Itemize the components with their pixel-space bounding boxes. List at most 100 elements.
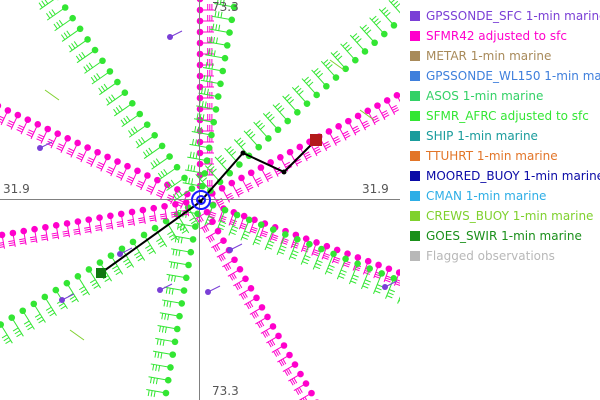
legend-item[interactable]: GOES_SWIR 1-min marine	[410, 226, 582, 246]
sonde-point	[37, 145, 43, 151]
observation-point	[371, 39, 378, 47]
observation-point	[210, 118, 218, 126]
axis-label-right: 31.9	[362, 182, 389, 196]
axis-label-top: 73.3	[212, 0, 239, 14]
legend-item[interactable]: GPSSONDE_SFC 1-min marine	[410, 6, 600, 26]
legend-item[interactable]: SHIP 1-min marine	[410, 126, 538, 146]
legend-swatch	[410, 251, 420, 261]
sonde-point	[167, 34, 173, 40]
observation-point	[150, 204, 158, 212]
observation-point	[167, 364, 174, 371]
legend-item[interactable]: ASOS 1-min marine	[410, 86, 543, 106]
observation-point	[158, 142, 166, 150]
observation-point	[162, 389, 170, 397]
legend-label: GOES_SWIR 1-min marine	[426, 229, 582, 243]
observation-point	[76, 25, 84, 33]
observation-point	[308, 389, 315, 397]
observation-point	[209, 218, 216, 225]
legend-swatch	[410, 191, 420, 201]
observation-point	[52, 286, 60, 294]
sonde-point	[205, 289, 211, 295]
observation-point	[85, 216, 93, 223]
observation-point	[203, 157, 211, 164]
legend-label: MOORED_BUOY 1-min marine	[426, 169, 600, 183]
observation-point	[214, 227, 222, 235]
observation-point	[294, 109, 301, 116]
observation-point	[99, 57, 106, 65]
legend-item[interactable]: SFMR_AFRC adjusted to sfc	[410, 106, 589, 126]
legend-swatch	[410, 151, 420, 161]
legend-label: SFMR42 adjusted to sfc	[426, 29, 567, 43]
observation-point	[265, 135, 272, 142]
observation-point	[378, 270, 386, 277]
legend-label: ASOS 1-min marine	[426, 89, 544, 103]
sonde-point	[59, 297, 65, 303]
observation-point	[361, 48, 369, 55]
track-vertex	[281, 169, 287, 175]
observation-point	[255, 143, 263, 151]
observation-point	[364, 107, 372, 115]
observation-point	[192, 223, 199, 230]
observation-point	[164, 181, 171, 189]
legend-label: SHIP 1-min marine	[426, 129, 538, 143]
observation-point	[374, 102, 381, 109]
observation-point	[96, 259, 104, 266]
legend-item[interactable]: Flagged observations	[410, 246, 555, 266]
observation-point	[96, 214, 103, 222]
legend-item[interactable]: GPSSONDE_WL150 1-min marine	[410, 66, 600, 86]
observation-point	[231, 256, 238, 264]
observation-point	[303, 100, 311, 107]
legend-item[interactable]: CMAN 1-min marine	[410, 186, 546, 206]
sonde-point	[227, 247, 233, 253]
observation-point	[14, 111, 22, 119]
legend-label: TTUHRT 1-min marine	[426, 149, 558, 163]
observation-point	[380, 30, 388, 38]
observation-point	[187, 248, 195, 256]
observation-point	[169, 351, 177, 358]
observation-point	[245, 216, 253, 224]
legend-label: CMAN 1-min marine	[426, 189, 547, 203]
wind-observation-map[interactable]: 73.3 73.3 31.9 31.9	[0, 0, 400, 400]
observation-point	[94, 148, 101, 156]
legend-swatch	[410, 131, 420, 141]
observation-point	[4, 107, 12, 114]
observation-point	[144, 172, 151, 179]
observation-point	[63, 279, 71, 287]
observation-point	[136, 110, 144, 118]
observation-point	[354, 260, 361, 267]
aircraft-position-marker	[310, 134, 322, 146]
observation-point	[107, 252, 115, 259]
observation-point	[253, 294, 260, 302]
observation-point	[212, 106, 220, 113]
legend-swatch	[410, 51, 420, 61]
legend-item[interactable]: SFMR42 adjusted to sfc	[410, 26, 567, 46]
observation-point	[214, 93, 222, 100]
legend-item[interactable]: TTUHRT 1-min marine	[410, 146, 558, 166]
observation-point	[114, 78, 121, 86]
legend-swatch	[410, 11, 420, 21]
observation-point	[221, 54, 229, 62]
observation-point	[151, 131, 158, 139]
observation-point	[242, 275, 249, 283]
observation-point	[182, 199, 190, 206]
legend-item[interactable]: METAR 1-min marine	[410, 46, 551, 66]
observation-point	[221, 206, 229, 214]
observation-point	[85, 266, 93, 273]
observation-point	[354, 254, 362, 261]
legend-item[interactable]: MOORED_BUOY 1-min marine	[410, 166, 600, 186]
observation-point	[74, 218, 82, 225]
observation-point	[269, 226, 277, 233]
legend-label: GPSSONDE_SFC 1-min marine	[426, 9, 600, 23]
observation-point	[364, 257, 372, 265]
observation-point	[171, 338, 179, 346]
observation-point	[54, 130, 62, 137]
observation-point	[306, 240, 313, 248]
observation-point	[44, 125, 52, 133]
legend-item[interactable]: CREWS_BUOY 1-min marine	[410, 206, 593, 226]
observation-point	[166, 153, 173, 160]
observation-point	[164, 376, 172, 384]
observation-point	[258, 304, 266, 311]
observation-point	[121, 89, 129, 96]
observation-point	[275, 332, 282, 340]
map-canvas[interactable]	[0, 0, 400, 400]
